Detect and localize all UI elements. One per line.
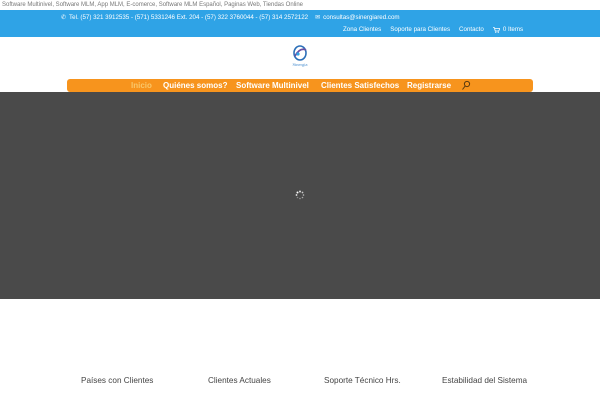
cart-icon <box>492 26 500 33</box>
nav-item-registrarse[interactable]: Registrarse <box>407 80 451 91</box>
nav-item-inicio[interactable]: Inicio <box>131 80 152 91</box>
top-bar: ✆ Tel. (57) 321 3912535 - (571) 5331246 … <box>0 10 600 37</box>
stat-label-clientes-actuales: Clientes Actuales <box>208 376 271 385</box>
logo-wordmark: Sinergia <box>292 62 308 67</box>
search-icon[interactable] <box>461 80 471 91</box>
soporte-clientes-link[interactable]: Soporte para Clientes <box>390 26 450 33</box>
spinner-icon <box>295 190 305 200</box>
contact-info: ✆ Tel. (57) 321 3912535 - (571) 5331246 … <box>61 14 400 21</box>
phone-numbers: Tel. (57) 321 3912535 - (571) 5331246 Ex… <box>69 14 309 21</box>
top-links: Zona Clientes Soporte para Clientes Cont… <box>343 26 523 33</box>
nav-item-quienes-somos[interactable]: Quiénes somos? <box>163 80 227 91</box>
phone-icon: ✆ <box>61 14 67 21</box>
page: Software Multinivel, Software MLM, App M… <box>0 0 600 400</box>
email-link[interactable]: consultas@sinergiared.com <box>323 14 399 21</box>
contacto-link[interactable]: Contacto <box>459 26 484 33</box>
cart-link[interactable]: 0 Items <box>492 26 524 33</box>
stat-label-soporte-tecnico: Soporte Técnico Hrs. <box>324 376 401 385</box>
zona-clientes-link[interactable]: Zona Clientes <box>343 26 381 33</box>
stats-row: Países con Clientes Clientes Actuales So… <box>0 376 600 390</box>
seo-keywords-text: Software Multinivel, Software MLM, App M… <box>0 0 600 10</box>
stat-label-estabilidad: Estabilidad del Sistema <box>442 376 528 385</box>
envelope-icon: ✉ <box>315 14 321 21</box>
stat-label-paises: Países con Clientes <box>81 376 154 385</box>
nav-item-software-multinivel[interactable]: Software Multinivel <box>236 80 309 91</box>
cart-count: 0 Items <box>502 26 524 33</box>
main-nav: Inicio Quiénes somos? Software Multinive… <box>67 79 533 92</box>
nav-item-clientes-satisfechos[interactable]: Clientes Satisfechos <box>321 80 399 91</box>
